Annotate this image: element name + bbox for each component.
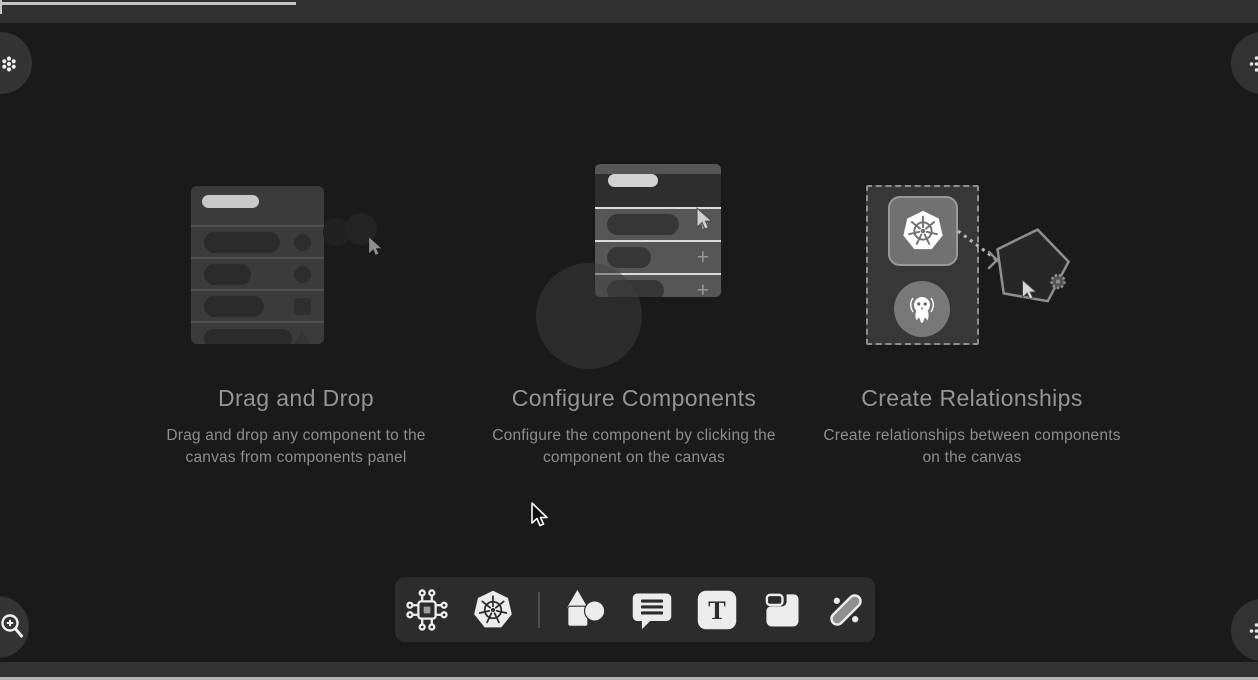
top-edge-tick (0, 0, 2, 14)
mouse-cursor-icon (528, 502, 550, 529)
circle-shape-icon (294, 266, 311, 283)
panel-header (595, 174, 721, 207)
flower-icon (0, 55, 18, 73)
card-description: Drag and drop any component to the canva… (146, 425, 446, 469)
onboarding-cards: Drag and Drop Drag and drop any componen… (0, 150, 1258, 469)
plus-icon: + (697, 280, 709, 297)
bottom-bar (0, 662, 1258, 677)
toolbar-divider (538, 592, 540, 628)
panel-row (191, 321, 324, 344)
card-title: Configure Components (469, 385, 799, 412)
comment-tool-button[interactable] (630, 588, 674, 632)
card-title: Create Relationships (807, 385, 1137, 412)
onboarding-card-configure: + + + Configure Components Co (469, 150, 799, 469)
row-pill (204, 296, 264, 317)
header-pill (202, 195, 259, 208)
relationship-tool-button[interactable] (825, 589, 867, 631)
row-pill (204, 329, 292, 345)
row-pill (607, 247, 651, 268)
row-pill (204, 232, 280, 253)
kubernetes-tool-button[interactable] (471, 588, 515, 632)
relationship-cursor-icon (1018, 278, 1038, 302)
text-tool-button[interactable]: T (695, 588, 739, 632)
edge-panel-icon (1249, 622, 1258, 640)
card-description: Configure the component by clicking the … (484, 425, 784, 469)
panel-row (191, 225, 324, 257)
drag-drop-illustration (131, 150, 461, 385)
drag-cursor-icon (365, 236, 383, 257)
component-panel-illustration (191, 186, 324, 344)
panel-row (191, 257, 324, 289)
triangle-shape-icon (293, 331, 311, 345)
note-tool-button[interactable] (760, 588, 804, 632)
chip-icon (404, 587, 450, 633)
design-canvas-app: Drag and Drop Drag and drop any componen… (0, 0, 1258, 680)
click-ripple-circle (536, 263, 642, 369)
row-pill (204, 264, 251, 285)
row-pill (607, 214, 679, 235)
panel-row (191, 289, 324, 321)
square-shape-icon (294, 298, 311, 315)
relationship-overlay (807, 150, 1137, 385)
panel-header (191, 195, 324, 225)
relationship-icon (825, 589, 867, 631)
shapes-icon (563, 587, 609, 633)
plus-icon: + (697, 247, 709, 268)
note-icon (760, 588, 804, 632)
text-tool-icon: T (695, 588, 739, 632)
kubernetes-icon (471, 588, 515, 632)
click-cursor-icon (692, 206, 714, 232)
onboarding-card-relationships: Create Relationships Create relationship… (807, 150, 1137, 469)
circle-shape-icon (294, 234, 311, 251)
relationship-illustration (807, 150, 1137, 385)
progress-line (0, 2, 296, 5)
text-tool-letter: T (708, 595, 726, 625)
comment-icon (630, 588, 674, 632)
configure-illustration: + + + (469, 150, 799, 385)
components-tool-button[interactable] (404, 587, 450, 633)
canvas-toolbar: T (395, 577, 875, 642)
panel-row: + (595, 240, 721, 273)
header-pill (608, 174, 658, 187)
edge-panel-icon (1249, 55, 1258, 73)
card-description: Create relationships between components … (822, 425, 1122, 469)
gear-icon (1052, 275, 1065, 288)
onboarding-card-drag-drop: Drag and Drop Drag and drop any componen… (131, 150, 461, 469)
zoom-in-icon (1, 612, 27, 642)
shapes-tool-button[interactable] (563, 587, 609, 633)
card-title: Drag and Drop (131, 385, 461, 412)
